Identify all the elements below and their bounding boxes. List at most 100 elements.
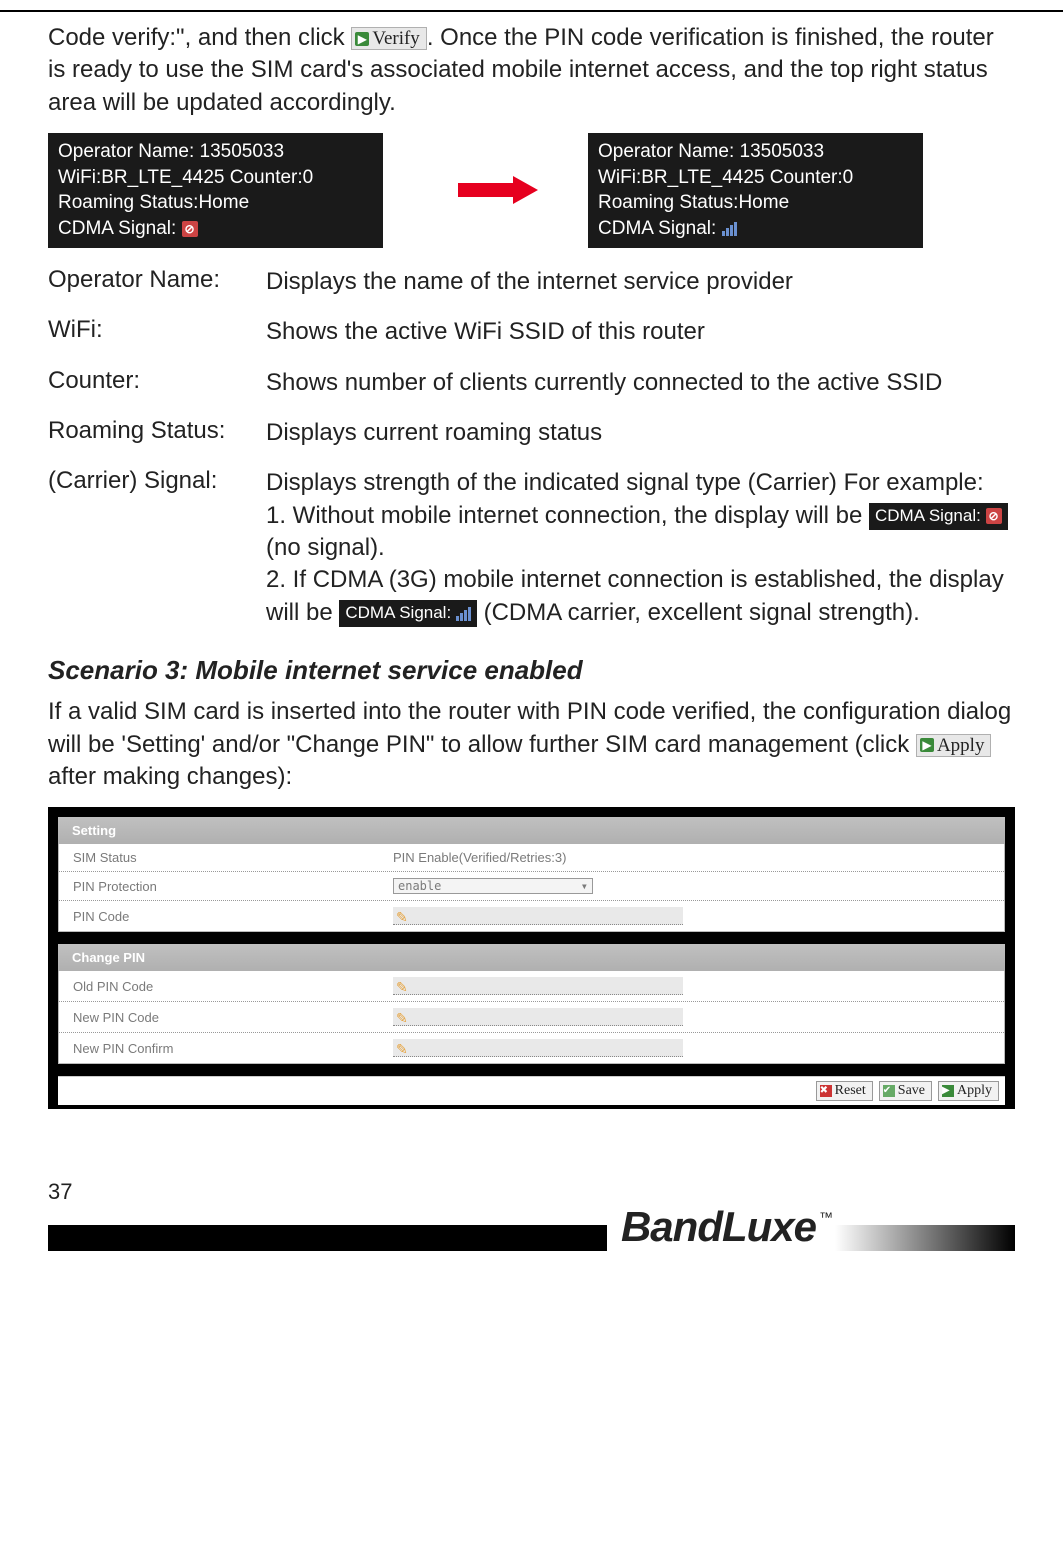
status-roaming: Roaming Status:Home <box>598 190 913 216</box>
intro-text-1: Code verify:", and then click <box>48 24 351 51</box>
def-signal-line2a: 1. Without mobile internet connection, t… <box>266 502 869 529</box>
scenario3-text-b: after making changes): <box>48 763 292 790</box>
status-box-before: Operator Name: 13505033 WiFi:BR_LTE_4425… <box>48 133 383 248</box>
status-operator: Operator Name: 13505033 <box>58 139 373 165</box>
def-desc-signal: Displays strength of the indicated signa… <box>266 467 1015 629</box>
pin-protection-select[interactable]: enable ▾ <box>393 878 593 894</box>
scenario3-paragraph: If a valid SIM card is inserted into the… <box>48 696 1015 793</box>
def-desc: Displays current roaming status <box>266 417 1015 449</box>
status-transition-row: Operator Name: 13505033 WiFi:BR_LTE_4425… <box>48 133 1015 248</box>
brand-name: BandLuxe <box>621 1203 816 1250</box>
status-signal-label: CDMA Signal: <box>598 218 716 239</box>
old-pin-input[interactable]: ✎ <box>393 977 683 995</box>
play-icon: ▶ <box>920 738 934 752</box>
config-screenshot: Setting SIM Status PIN Enable(Verified/R… <box>48 807 1015 1109</box>
def-term: Counter: <box>48 367 266 395</box>
def-desc: Shows number of clients currently connec… <box>266 367 1015 399</box>
reset-button-label: Reset <box>835 1083 866 1099</box>
status-operator: Operator Name: 13505033 <box>598 139 913 165</box>
def-term: (Carrier) Signal: <box>48 467 266 495</box>
status-signal-row: CDMA Signal: <box>598 216 913 242</box>
def-desc: Displays the name of the internet servic… <box>266 266 1015 298</box>
def-row-signal: (Carrier) Signal: Displays strength of t… <box>48 467 1015 629</box>
pin-code-input[interactable]: ✎ <box>393 907 683 925</box>
def-signal-line1: Displays strength of the indicated signa… <box>266 469 984 496</box>
def-row: Roaming Status: Displays current roaming… <box>48 417 1015 449</box>
status-signal-row: CDMA Signal: ⊘ <box>58 216 373 242</box>
def-row: Operator Name: Displays the name of the … <box>48 266 1015 298</box>
pin-code-row: PIN Code ✎ <box>59 901 1004 931</box>
pencil-icon: ✎ <box>396 1010 410 1024</box>
apply-button-label: Apply <box>957 1083 992 1099</box>
save-button-label: Save <box>898 1083 925 1099</box>
scenario3-text-a: If a valid SIM card is inserted into the… <box>48 698 1011 757</box>
def-term: WiFi: <box>48 316 266 344</box>
change-pin-panel: Change PIN Old PIN Code ✎ New PIN Code ✎ <box>58 944 1005 1064</box>
setting-panel-title: Setting <box>58 817 1005 844</box>
new-pin-confirm-row: New PIN Confirm ✎ <box>59 1033 1004 1063</box>
pencil-icon: ✎ <box>396 909 410 923</box>
new-pin-label: New PIN Code <box>73 1010 393 1025</box>
signal-bars-icon <box>456 607 471 621</box>
brand-logo: BandLuxe™ <box>607 1203 835 1251</box>
apply-button[interactable]: ▶ Apply <box>938 1081 999 1101</box>
def-row: Counter: Shows number of clients current… <box>48 367 1015 399</box>
signal-error-icon: ⊘ <box>986 508 1002 524</box>
new-pin-row: New PIN Code ✎ <box>59 1002 1004 1033</box>
old-pin-label: Old PIN Code <box>73 979 393 994</box>
def-row: WiFi: Shows the active WiFi SSID of this… <box>48 316 1015 348</box>
sim-status-value: PIN Enable(Verified/Retries:3) <box>393 850 990 865</box>
inline-signal-full: CDMA Signal: <box>339 600 477 627</box>
arrow-block <box>423 176 548 204</box>
inline-signal-error: CDMA Signal: ⊘ <box>869 503 1008 530</box>
inline-signal-label: CDMA Signal: <box>345 602 451 625</box>
pencil-icon: ✎ <box>396 1041 410 1055</box>
reset-button[interactable]: ✖ Reset <box>816 1081 873 1101</box>
def-signal-line3b: (CDMA carrier, excellent signal strength… <box>484 599 920 626</box>
status-box-after: Operator Name: 13505033 WiFi:BR_LTE_4425… <box>588 133 923 248</box>
signal-error-icon: ⊘ <box>182 221 198 237</box>
def-desc: Shows the active WiFi SSID of this route… <box>266 316 1015 348</box>
inline-signal-label: CDMA Signal: <box>875 505 981 528</box>
page-footer: 37 BandLuxe™ <box>48 1179 1015 1259</box>
apply-button-label: Apply <box>937 736 985 755</box>
new-pin-confirm-label: New PIN Confirm <box>73 1041 393 1056</box>
status-wifi: WiFi:BR_LTE_4425 Counter:0 <box>598 165 913 191</box>
verify-button-inline[interactable]: ▶ Verify <box>351 27 426 50</box>
page-number: 37 <box>48 1179 72 1205</box>
signal-bars-icon <box>722 222 737 236</box>
pin-protection-value: enable <box>398 879 441 893</box>
scenario3-heading: Scenario 3: Mobile internet service enab… <box>48 655 1015 686</box>
status-signal-label: CDMA Signal: <box>58 218 176 239</box>
pin-protection-label: PIN Protection <box>73 879 393 894</box>
new-pin-input[interactable]: ✎ <box>393 1008 683 1026</box>
pin-code-label: PIN Code <box>73 909 393 924</box>
save-button[interactable]: ✔ Save <box>879 1081 932 1101</box>
play-icon: ▶ <box>355 32 369 46</box>
sim-status-label: SIM Status <box>73 850 393 865</box>
def-term: Roaming Status: <box>48 417 266 445</box>
save-icon: ✔ <box>883 1085 895 1097</box>
play-icon: ▶ <box>942 1085 954 1097</box>
arrow-icon <box>458 176 548 204</box>
status-wifi: WiFi:BR_LTE_4425 Counter:0 <box>58 165 373 191</box>
change-pin-panel-title: Change PIN <box>58 944 1005 971</box>
trademark-symbol: ™ <box>819 1209 832 1225</box>
def-signal-line2b: (no signal). <box>266 534 385 561</box>
verify-button-label: Verify <box>372 29 419 48</box>
new-pin-confirm-input[interactable]: ✎ <box>393 1039 683 1057</box>
brand-bar: BandLuxe™ <box>48 1211 1015 1251</box>
definitions-table: Operator Name: Displays the name of the … <box>48 266 1015 630</box>
config-button-bar: ✖ Reset ✔ Save ▶ Apply <box>58 1076 1005 1105</box>
status-roaming: Roaming Status:Home <box>58 190 373 216</box>
pin-protection-row: PIN Protection enable ▾ <box>59 872 1004 901</box>
intro-paragraph: Code verify:", and then click ▶ Verify .… <box>48 22 1015 119</box>
apply-button-inline[interactable]: ▶ Apply <box>916 734 992 757</box>
setting-panel: Setting SIM Status PIN Enable(Verified/R… <box>58 817 1005 932</box>
pencil-icon: ✎ <box>396 979 410 993</box>
sim-status-row: SIM Status PIN Enable(Verified/Retries:3… <box>59 844 1004 872</box>
reset-icon: ✖ <box>820 1085 832 1097</box>
old-pin-row: Old PIN Code ✎ <box>59 971 1004 1002</box>
def-term: Operator Name: <box>48 266 266 294</box>
chevron-down-icon: ▾ <box>581 879 588 893</box>
